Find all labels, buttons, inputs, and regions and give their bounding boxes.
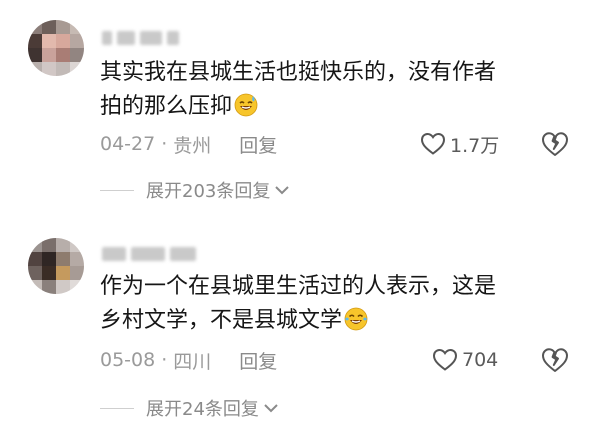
like-button[interactable]: 1.7万 (420, 130, 499, 158)
comment-text-fragment: 乡村文学，不是县城文学 (100, 308, 343, 333)
meta-separator: · (161, 133, 168, 155)
comment-date: 04-27 (100, 133, 156, 155)
avatar[interactable] (28, 20, 84, 76)
comment-meta: 04-27 · 贵州 回复 (100, 131, 277, 157)
comment-text: 作为一个在县城里生活过的人表示，这是 乡村文学，不是县城文学 (100, 270, 580, 338)
comment-location: 贵州 (173, 134, 212, 157)
divider-line (100, 407, 134, 409)
broken-heart-icon[interactable] (540, 130, 570, 158)
comment-text: 其实我在县城生活也挺快乐的，没有作者 拍的那么压抑 (100, 56, 580, 124)
expand-replies-button[interactable]: 展开24条回复 (100, 396, 279, 420)
like-count: 704 (462, 349, 499, 371)
chevron-down-icon (275, 186, 290, 195)
comment-location: 四川 (173, 350, 212, 373)
broken-heart-icon[interactable] (540, 346, 570, 374)
avatar[interactable] (28, 238, 84, 294)
comment-meta: 05-08 · 四川 回复 (100, 347, 277, 373)
tears-of-joy-emoji-icon (344, 307, 368, 331)
expand-replies-label: 展开24条回复 (146, 399, 259, 420)
comment-text-line: 作为一个在县城里生活过的人表示，这是 (100, 274, 497, 299)
comment-text-line: 拍的那么压抑 (100, 90, 580, 124)
heart-icon (432, 348, 458, 371)
comment-date: 05-08 (100, 349, 156, 371)
comment-text-line: 乡村文学，不是县城文学 (100, 304, 580, 338)
reply-button[interactable]: 回复 (239, 347, 277, 374)
expand-replies-label: 展开203条回复 (146, 181, 271, 202)
comment-text-fragment: 拍的那么压抑 (100, 94, 233, 119)
heart-icon (420, 132, 446, 155)
reply-button[interactable]: 回复 (239, 131, 277, 158)
meta-separator: · (161, 349, 168, 371)
comment-text-line: 其实我在县城生活也挺快乐的，没有作者 (100, 60, 497, 85)
sweat-smile-emoji-icon (234, 93, 258, 117)
expand-replies-button[interactable]: 展开203条回复 (100, 178, 290, 202)
like-count: 1.7万 (450, 134, 500, 157)
username-blurred[interactable] (102, 28, 179, 48)
username-blurred[interactable] (102, 244, 196, 264)
chevron-down-icon (264, 404, 278, 413)
divider-line (100, 189, 134, 191)
like-button[interactable]: 704 (432, 346, 498, 374)
